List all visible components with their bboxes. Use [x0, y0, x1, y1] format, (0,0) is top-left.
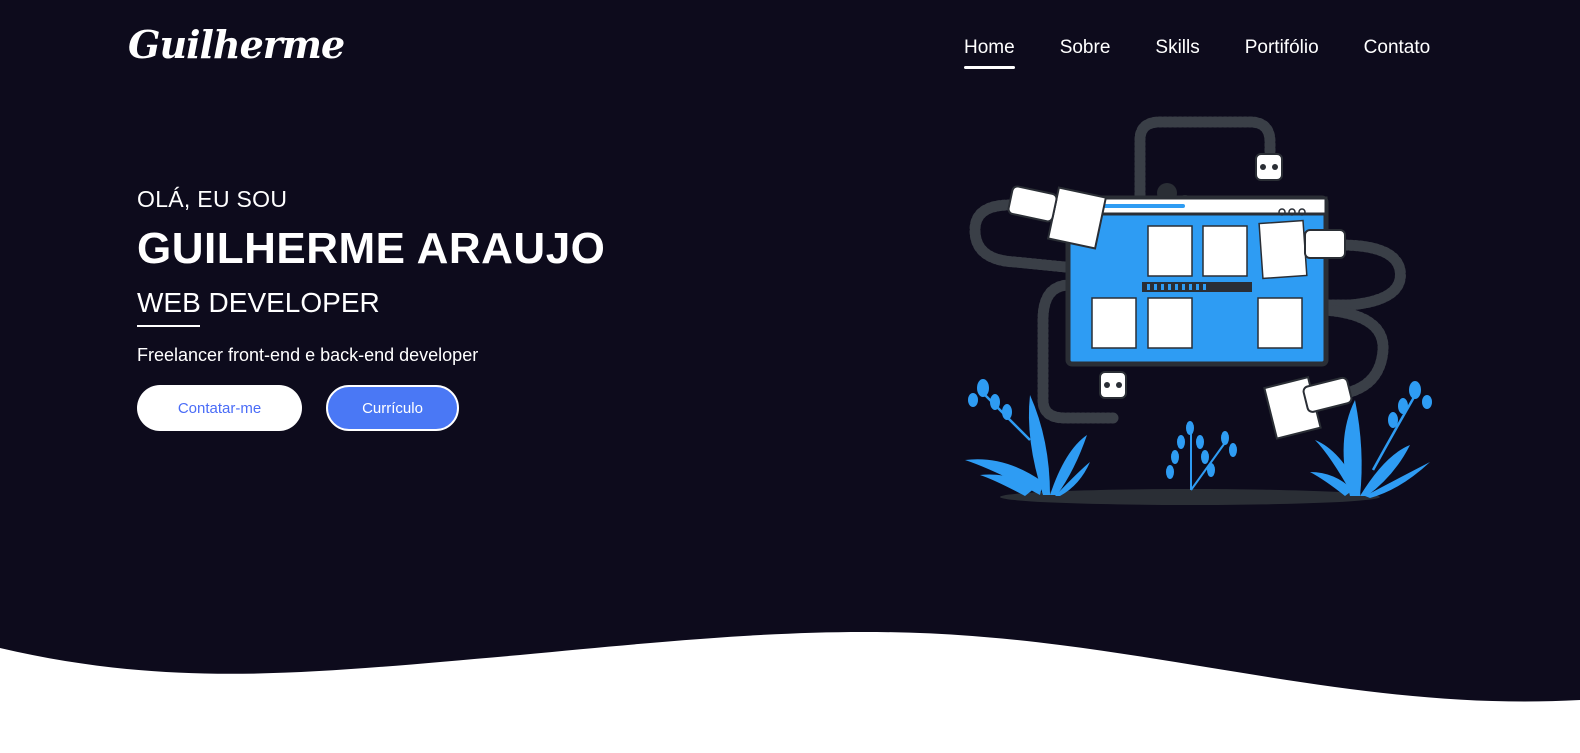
- contact-button[interactable]: Contatar-me: [137, 385, 302, 431]
- role-underline: [137, 325, 200, 327]
- nav-item-contato[interactable]: Contato: [1364, 36, 1431, 60]
- nav-item-portifolio[interactable]: Portifólio: [1245, 36, 1319, 60]
- nav-item-skills[interactable]: Skills: [1155, 36, 1199, 60]
- cv-button[interactable]: Currículo: [326, 385, 459, 431]
- web-developer-illustration: [965, 116, 1432, 505]
- nav-item-sobre[interactable]: Sobre: [1060, 36, 1111, 60]
- hero-greeting: OLÁ, EU SOU: [137, 186, 288, 212]
- main-nav: Home Sobre Skills Portifólio Contato: [964, 36, 1431, 69]
- hero-name: GUILHERME ARAUJO: [137, 224, 606, 273]
- logo[interactable]: Guilherme: [128, 26, 345, 64]
- hero-tagline: Freelancer front-end e back-end develope…: [137, 345, 479, 365]
- hero-role: WEB DEVELOPER: [137, 287, 380, 318]
- page: Guilherme Home Sobre Skills Portifólio C…: [0, 0, 1580, 753]
- nav-item-home[interactable]: Home: [964, 36, 1015, 69]
